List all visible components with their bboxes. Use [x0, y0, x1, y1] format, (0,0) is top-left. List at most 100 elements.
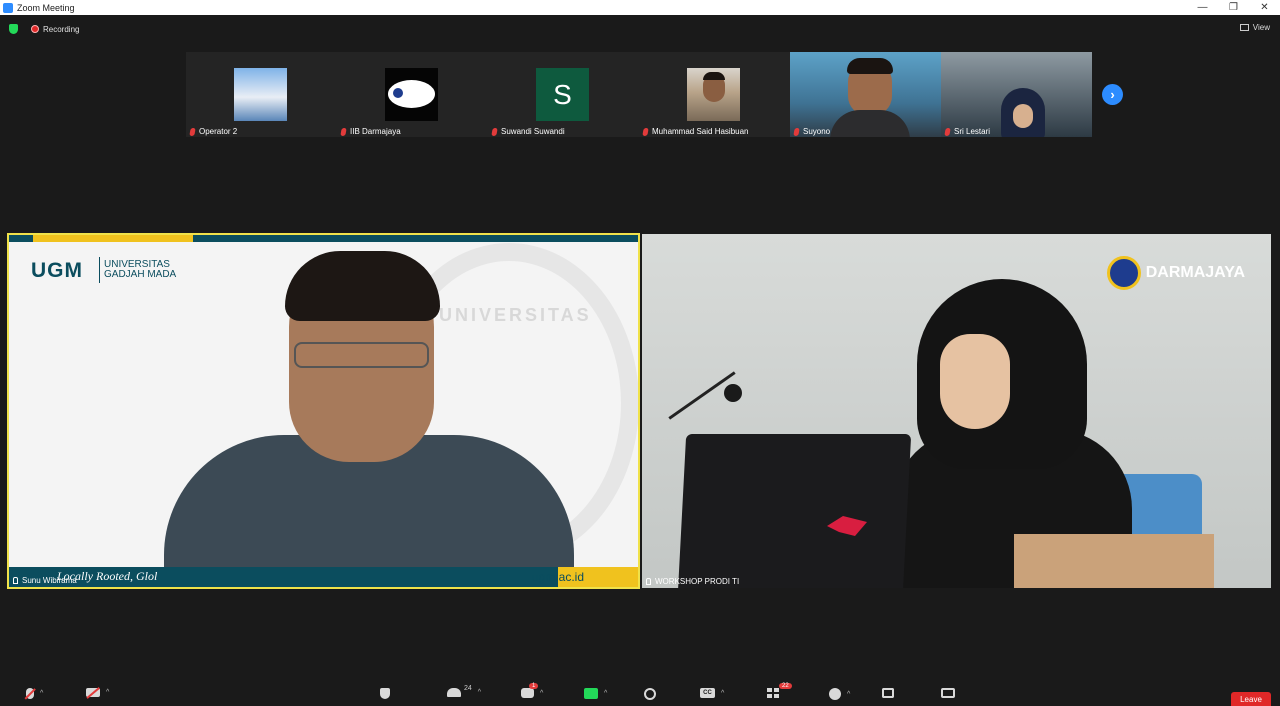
zoom-app-icon — [3, 2, 13, 13]
laptop — [677, 434, 912, 588]
participant-label: Suwandi Suwandi — [491, 127, 565, 136]
chevron-up-icon[interactable]: ^ — [540, 690, 543, 697]
stop-video-button[interactable]: ^ — [86, 687, 109, 699]
whiteboard-icon — [941, 688, 955, 698]
participant-name: IIB Darmajaya — [350, 127, 401, 136]
chevron-up-icon[interactable]: ^ — [604, 690, 607, 697]
darmajaya-seal-icon — [1106, 256, 1141, 290]
chevron-up-icon[interactable]: ^ — [106, 689, 109, 696]
microphone-muted-icon — [24, 688, 36, 700]
muted-mic-icon — [491, 127, 498, 136]
title-bar: Zoom Meeting — ❐ ✕ — [0, 0, 1280, 15]
profile-picture — [234, 68, 287, 121]
cc-icon: CC — [700, 688, 715, 698]
muted-mic-icon — [189, 127, 196, 136]
seal-watermark-text: UNIVERSITAS — [439, 305, 592, 325]
chat-bubble-icon: 1 — [521, 683, 539, 698]
microphone-icon — [724, 384, 742, 402]
meeting-toolbar — [0, 680, 1280, 704]
participant-tile[interactable]: Operator 2 — [186, 52, 337, 137]
grid-icon: 22 — [767, 683, 792, 699]
participant-tile[interactable]: S Suwandi Suwandi — [488, 52, 639, 137]
chat-button[interactable]: 1 ^ — [521, 683, 543, 698]
whiteboard-button[interactable] — [941, 688, 955, 698]
muted-mic-icon — [793, 127, 800, 136]
chat-unread-badge: 1 — [529, 683, 539, 689]
participant-tile[interactable]: Suyono — [790, 52, 941, 137]
ugm-website: ugm.ac.id — [531, 570, 584, 584]
recording-label: Recording — [43, 24, 80, 34]
participant-label: IIB Darmajaya — [340, 127, 401, 136]
active-speaker-tile[interactable]: UNIVERSITAS UGM UNIVERSITAS GADJAH MADA … — [7, 233, 640, 589]
mute-button[interactable]: ^ — [24, 688, 43, 700]
reactions-button[interactable]: ^ — [829, 688, 850, 700]
participant-label: Sri Lestari — [944, 127, 991, 136]
participant-name: Sri Lestari — [954, 127, 991, 136]
participant-name: Suwandi Suwandi — [501, 127, 565, 136]
close-button[interactable]: ✕ — [1249, 0, 1280, 15]
view-grid-icon — [1239, 24, 1249, 31]
record-icon — [644, 688, 656, 700]
participants-count: 24 — [464, 685, 472, 692]
profile-picture — [687, 68, 740, 121]
pin-icon — [646, 578, 651, 585]
smiley-icon — [829, 688, 841, 700]
view-label: View — [1252, 23, 1270, 32]
participant-name: Muhammad Said Hasibuan — [652, 127, 749, 136]
ugm-logo: UGM — [31, 259, 83, 282]
chevron-up-icon[interactable]: ^ — [40, 690, 43, 697]
participant-tile[interactable]: IIB Darmajaya — [337, 52, 488, 137]
window-controls: — ❐ ✕ — [1187, 0, 1280, 15]
ugm-subtitle-line2: GADJAH MADA — [104, 269, 177, 280]
participant-label: Muhammad Said Hasibuan — [642, 127, 749, 136]
participant-label: Operator 2 — [189, 127, 238, 136]
participant-label: WORKSHOP PRODI TI — [646, 577, 739, 586]
closed-caption-button[interactable]: CC ^ — [700, 688, 724, 698]
speaker-glasses — [294, 342, 429, 368]
participants-button[interactable]: 24 ^ — [447, 685, 481, 697]
next-page-arrow-icon[interactable]: › — [1102, 84, 1123, 105]
minimize-button[interactable]: — — [1187, 0, 1218, 15]
video-off-icon — [86, 687, 100, 699]
window-title: Zoom Meeting — [17, 2, 75, 13]
view-button[interactable]: View — [1239, 23, 1270, 32]
speaker-hair — [285, 251, 440, 321]
participant-name: WORKSHOP PRODI TI — [655, 577, 740, 586]
avatar-letter: S — [536, 68, 589, 121]
apps-badge: 22 — [779, 683, 792, 689]
profile-picture — [385, 68, 438, 121]
cardboard-box — [1014, 534, 1214, 588]
participant-tile[interactable]: Sri Lestari — [941, 52, 1092, 137]
meeting-top-strip: Recording View — [0, 15, 1280, 43]
participant-video-tile[interactable]: DARMAJAYA WORKSHOP PRODI TI — [642, 234, 1271, 588]
participant-face — [940, 334, 1010, 429]
ugm-top-bar-accent — [33, 235, 193, 242]
participant-name: Suyono — [803, 127, 831, 136]
share-screen-icon — [584, 688, 598, 699]
restore-button[interactable]: ❐ — [1218, 0, 1249, 15]
participants-icon — [447, 688, 461, 697]
participant-name: Operator 2 — [199, 127, 238, 136]
chevron-up-icon[interactable]: ^ — [847, 691, 850, 698]
muted-mic-icon — [642, 127, 649, 136]
muted-mic-icon — [340, 127, 347, 136]
expand-icon — [882, 688, 894, 698]
speaker-name: Sunu Wibirama — [22, 576, 77, 585]
breakout-rooms-button[interactable]: 22 — [767, 683, 792, 699]
security-shield-icon[interactable] — [9, 24, 18, 34]
speaker-label: Sunu Wibirama — [13, 576, 77, 585]
share-screen-button[interactable]: ^ — [584, 688, 607, 699]
muted-mic-icon — [944, 127, 951, 136]
recording-icon — [31, 25, 39, 33]
chevron-up-icon[interactable]: ^ — [478, 689, 481, 696]
record-button[interactable] — [644, 688, 656, 700]
participant-label: Suyono — [793, 127, 831, 136]
fullscreen-button[interactable] — [882, 688, 894, 698]
chevron-up-icon[interactable]: ^ — [721, 690, 724, 697]
meeting-area: Recording View Operator 2 IIB Darmajaya — [0, 15, 1280, 704]
security-button[interactable] — [380, 688, 390, 699]
shield-icon — [380, 688, 390, 699]
logo-divider — [99, 257, 100, 283]
participant-tile[interactable]: Muhammad Said Hasibuan — [639, 52, 790, 137]
participant-thumbnail-strip: Operator 2 IIB Darmajaya S Suwandi Suwan… — [186, 52, 1092, 137]
